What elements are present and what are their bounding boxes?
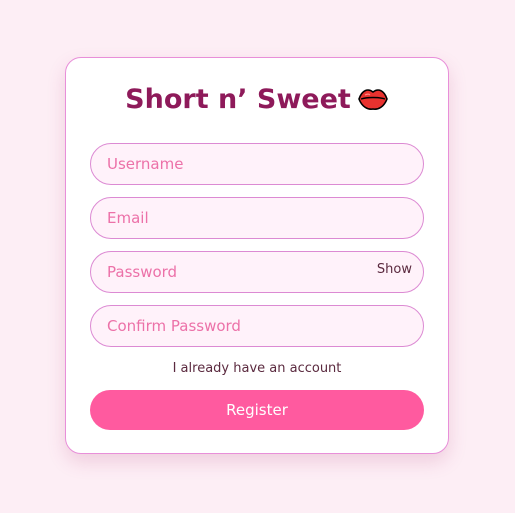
email-field-wrapper	[90, 197, 424, 239]
lips-icon	[357, 86, 389, 119]
show-password-toggle[interactable]: Show	[377, 262, 412, 277]
existing-account-link[interactable]: I already have an account	[66, 361, 448, 376]
register-button[interactable]: Register	[90, 390, 424, 430]
confirm-password-field-wrapper	[90, 305, 424, 347]
username-field-wrapper	[90, 143, 424, 185]
email-input[interactable]	[91, 198, 423, 238]
username-input[interactable]	[91, 144, 423, 184]
form-title: Short n’ Sweet	[125, 84, 351, 115]
password-field-wrapper: Show	[90, 251, 424, 293]
register-card: Short n’ Sweet Show I already have an ac…	[65, 57, 449, 454]
password-input[interactable]	[91, 252, 423, 292]
form-title-row: Short n’ Sweet	[66, 84, 448, 119]
confirm-password-input[interactable]	[91, 306, 423, 346]
